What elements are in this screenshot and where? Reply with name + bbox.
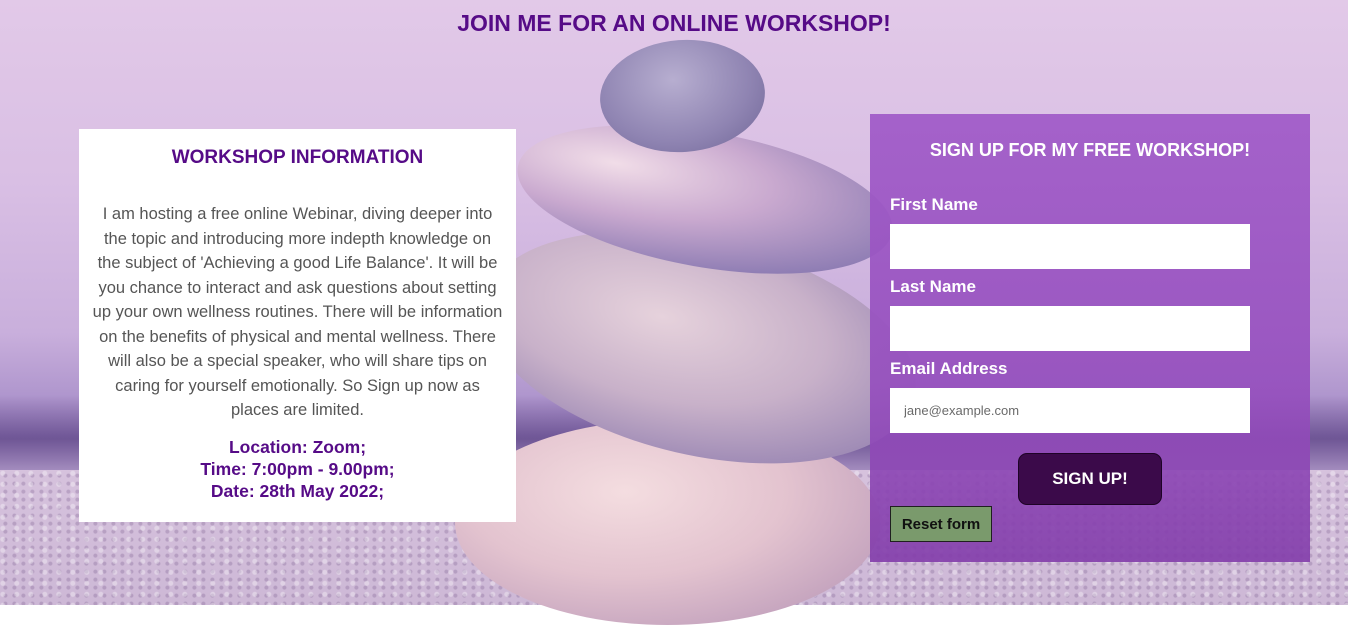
email-label: Email Address xyxy=(890,359,1008,378)
workshop-description: I am hosting a free online Webinar, divi… xyxy=(92,205,503,419)
workshop-details: Location: Zoom; Time: 7:00pm - 9.00pm; D… xyxy=(91,436,504,502)
first-name-label: First Name xyxy=(890,195,978,214)
sign-up-button[interactable]: SIGN UP! xyxy=(1018,453,1162,505)
page-title: JOIN ME FOR AN ONLINE WORKSHOP! xyxy=(457,10,891,36)
workshop-location: Location: Zoom; xyxy=(228,436,367,457)
last-name-label: Last Name xyxy=(890,277,976,296)
email-field[interactable] xyxy=(890,388,1250,433)
workshop-info-heading: WORKSHOP INFORMATION xyxy=(171,147,424,168)
workshop-time: Time: 7:00pm - 9.00pm; xyxy=(200,458,395,479)
workshop-info-card: WORKSHOP INFORMATION I am hosting a free… xyxy=(79,129,516,522)
workshop-date: Date: 28th May 2022; xyxy=(210,480,385,501)
first-name-field[interactable] xyxy=(890,224,1250,269)
signup-heading: SIGN UP FOR MY FREE WORKSHOP! xyxy=(929,140,1251,160)
reset-form-button[interactable]: Reset form xyxy=(890,506,992,542)
signup-form: SIGN UP FOR MY FREE WORKSHOP! First Name… xyxy=(870,114,1310,562)
last-name-field[interactable] xyxy=(890,306,1250,351)
